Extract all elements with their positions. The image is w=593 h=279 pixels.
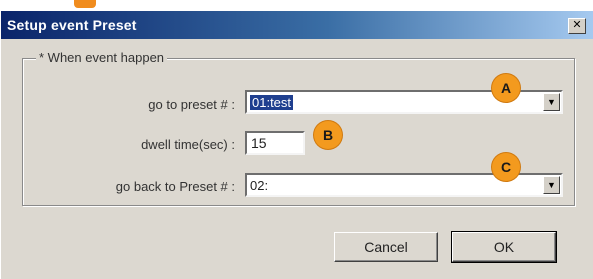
group-legend: * When event happen — [36, 50, 168, 65]
annotation-badge-c: C — [492, 153, 520, 181]
chevron-down-icon[interactable]: ▼ — [543, 176, 560, 194]
go-back-preset-label: go back to Preset # : — [115, 179, 235, 194]
close-icon: ✕ — [572, 19, 582, 31]
annotation-badge-a: A — [492, 74, 520, 102]
goto-preset-label: go to preset # : — [148, 97, 235, 112]
goto-preset-value: 01:test — [250, 95, 294, 110]
dialog-title: Setup event Preset — [7, 17, 137, 33]
pointer-marker — [74, 0, 96, 8]
title-bar: Setup event Preset ✕ — [1, 11, 593, 39]
cancel-button[interactable]: Cancel — [334, 232, 438, 262]
dwell-time-label: dwell time(sec) : — [141, 137, 235, 152]
chevron-down-icon[interactable]: ▼ — [543, 93, 560, 111]
close-button[interactable]: ✕ — [568, 18, 586, 34]
go-back-preset-value: 02: — [250, 178, 269, 193]
dwell-time-input[interactable]: 15 — [245, 131, 305, 155]
annotation-badge-b: B — [314, 121, 342, 149]
ok-button[interactable]: OK — [451, 231, 557, 263]
